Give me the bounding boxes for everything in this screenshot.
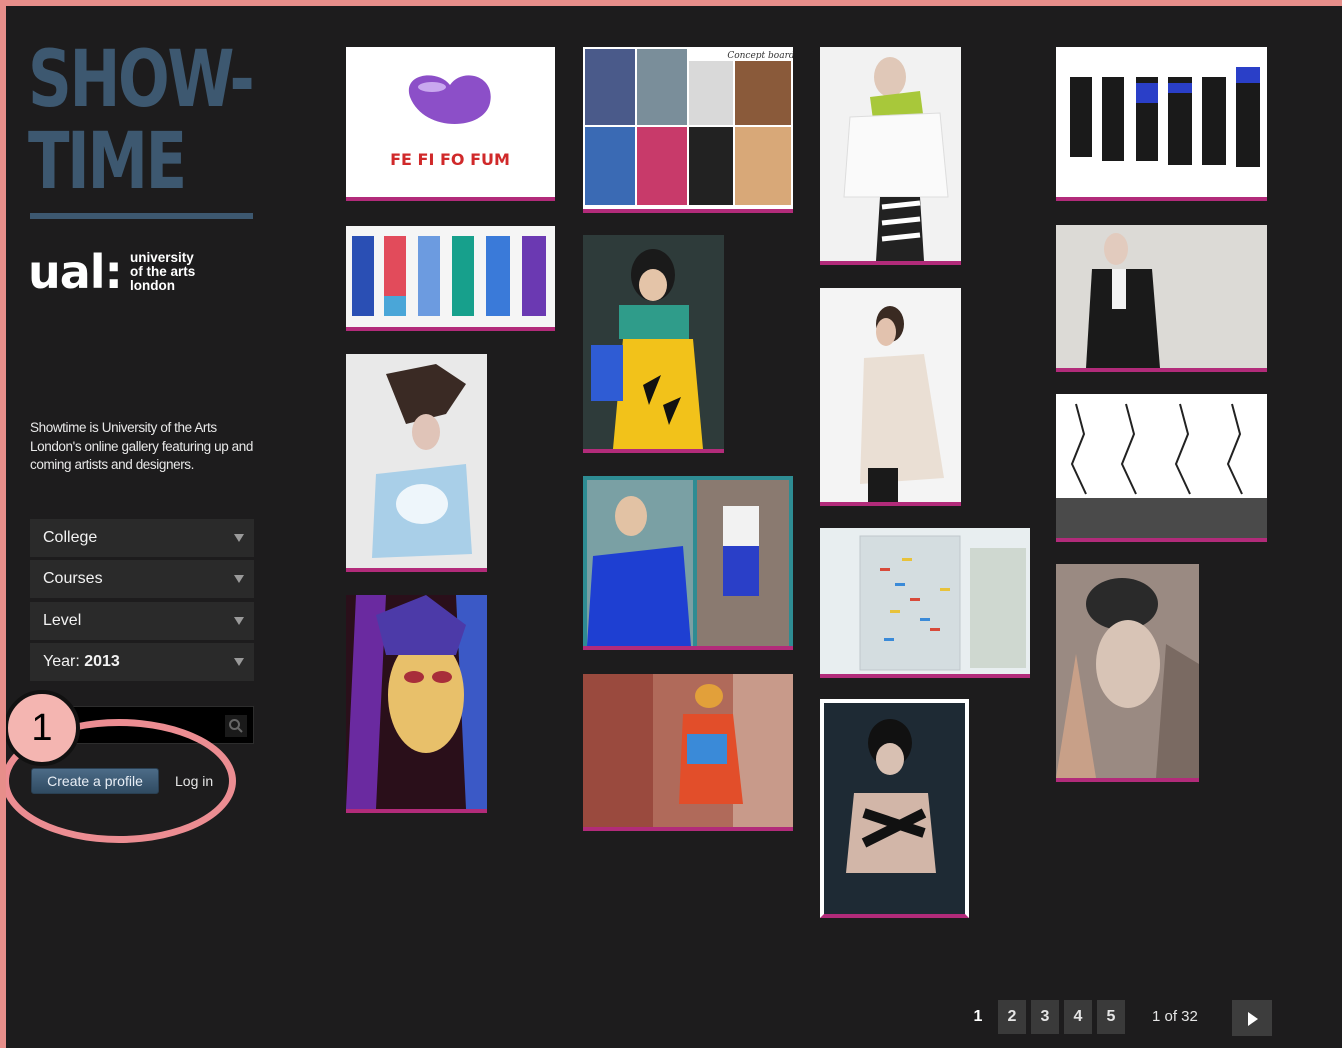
fefifofum-wordmark: FE FI FO FUM — [390, 150, 510, 169]
college-dropdown[interactable]: College — [30, 519, 254, 557]
ual-logo[interactable]: ual: university of the arts london — [28, 242, 195, 302]
annotation-number: 1 — [6, 690, 80, 766]
gallery-tile-fefifofum[interactable]: FE FI FO FUM — [346, 47, 555, 201]
cream-blouse-portrait — [820, 288, 961, 502]
page-5-link[interactable]: 5 — [1097, 1000, 1125, 1034]
chevron-down-icon — [234, 617, 244, 625]
gallery-tile-black-dresses[interactable] — [1056, 47, 1267, 201]
gallery-tile-sketches[interactable] — [1056, 394, 1267, 542]
logo-divider — [30, 213, 253, 219]
courses-dropdown[interactable]: Courses — [30, 560, 254, 598]
gallery-tile-white-jacket[interactable] — [820, 47, 961, 265]
page-3-link[interactable]: 3 — [1031, 1000, 1059, 1034]
play-arrow-icon — [1248, 1012, 1258, 1026]
level-dropdown[interactable]: Level — [30, 602, 254, 640]
chevron-down-icon — [234, 575, 244, 583]
page-count: 1 of 32 — [1152, 1008, 1198, 1025]
year-label: Year: — [43, 653, 80, 670]
gallery-tile-black-and-white[interactable] — [820, 699, 969, 918]
page-1-current: 1 — [973, 1008, 983, 1025]
gallery-tile-flying-hair[interactable] — [346, 354, 487, 572]
showtime-logo-line1[interactable]: SHOW- — [28, 40, 255, 120]
colourful-outfits-image — [346, 226, 555, 327]
next-page-button[interactable] — [1232, 1000, 1272, 1036]
blue-jacket-photos — [583, 476, 793, 646]
page-frame: SHOW- TIME ual: university of the arts l… — [0, 0, 1342, 1048]
showtime-logo-line2[interactable]: TIME — [28, 122, 187, 202]
gallery-tile-cream-blouse[interactable] — [820, 288, 961, 506]
gallery-tile-black-suit[interactable] — [1056, 225, 1267, 372]
courses-label: Courses — [43, 570, 103, 587]
white-jacket-portrait — [820, 47, 961, 261]
tattoo-portrait-artwork — [1056, 564, 1199, 778]
gallery-tile-painted-face[interactable] — [346, 595, 487, 813]
level-label: Level — [43, 612, 82, 629]
ual-line3: london — [129, 278, 175, 293]
gallery-tile-blue-jacket[interactable] — [583, 476, 793, 650]
street-fashion-photo — [583, 674, 793, 827]
ual-line1: university — [129, 250, 194, 265]
gallery-tile-tattoo-art[interactable] — [1056, 564, 1199, 782]
year-value: 2013 — [84, 653, 120, 670]
college-label: College — [43, 529, 98, 546]
page-2-link[interactable]: 2 — [998, 1000, 1026, 1034]
black-suit-portrait — [1056, 225, 1267, 368]
black-dresses-lineup — [1056, 47, 1267, 197]
search-icon — [229, 719, 243, 733]
painted-face-artwork — [346, 595, 487, 809]
gallery-tile-street-fashion[interactable] — [583, 674, 793, 831]
concept-board-caption: Concept board — [727, 51, 793, 61]
dark-portrait-photo — [824, 703, 965, 914]
sprinkles-bag-photo — [820, 528, 1030, 674]
concept-board-collage: Concept board — [583, 47, 793, 209]
gallery-tile-sprinkles-bag[interactable] — [820, 528, 1030, 678]
ual-line2: of the arts — [129, 264, 196, 279]
chevron-down-icon — [234, 534, 244, 542]
jellybean-logo-image: FE FI FO FUM — [346, 47, 555, 197]
ual-wordmark: university of the arts london — [130, 251, 195, 293]
search-button[interactable] — [225, 715, 247, 737]
intro-text: Showtime is University of the Arts Londo… — [30, 420, 254, 472]
chevron-down-icon — [234, 658, 244, 666]
gallery-tile-colourful-collection[interactable] — [346, 226, 555, 331]
fashion-sketches-artwork — [1056, 394, 1267, 538]
gallery-tile-concept-board[interactable]: Concept board — [583, 47, 793, 213]
gallery-tile-yellow-coat[interactable] — [583, 235, 724, 453]
ual-mark: ual: — [28, 245, 123, 299]
year-dropdown[interactable]: Year: 2013 — [30, 643, 254, 681]
page-4-link[interactable]: 4 — [1064, 1000, 1092, 1034]
yellow-coat-portrait — [583, 235, 724, 449]
flying-hair-portrait — [346, 354, 487, 568]
